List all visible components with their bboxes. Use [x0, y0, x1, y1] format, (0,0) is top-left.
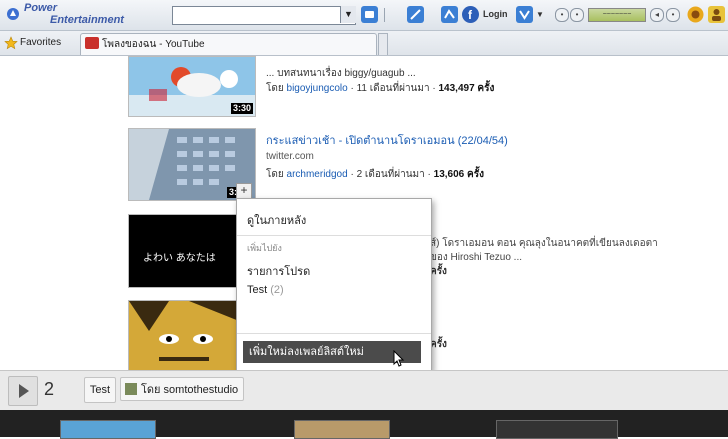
add-to-menu: ดูในภายหลัง เพิ่มไปยัง รายการโปรด Test (…: [236, 198, 432, 372]
menu-divider: [237, 333, 431, 334]
volume-icon[interactable]: ◂: [650, 8, 664, 22]
playlist-name: Test: [247, 284, 268, 296]
play-icon: [19, 384, 29, 398]
by-label: โดย: [266, 83, 284, 94]
video-source: twitter.com: [266, 151, 314, 162]
queue-count: 2: [44, 379, 55, 399]
star-icon: [4, 36, 18, 50]
prev-icon[interactable]: •: [555, 8, 569, 22]
video-thumbnail[interactable]: よわい あなたは: [128, 214, 240, 288]
video-thumbnail[interactable]: 3:30: [128, 56, 256, 117]
thumbnail-caption: よわい あなたは: [143, 253, 216, 264]
menu-item-watch-later[interactable]: ดูในภายหลัง: [247, 211, 306, 229]
upload-age: 11 เดือนที่ผ่านมา: [356, 83, 430, 94]
strip-thumbnail[interactable]: [294, 420, 390, 439]
youtube-icon: [85, 37, 99, 49]
brand-line-1: Power: [24, 2, 58, 14]
video-title[interactable]: ... บทสนทนาเรื่อง biggy/guagub ...: [266, 66, 416, 81]
dropdown-icon[interactable]: ▼: [340, 6, 356, 23]
upload-age: 2 เดือนที่ผ่านมา: [356, 169, 425, 180]
video-description: ส์) โดราเอมอน ตอน คุณลุงในอนาคตที่เขียนล…: [430, 238, 658, 249]
menu-section-header: เพิ่มไปยัง: [247, 243, 282, 253]
channel-thumb-icon: [125, 383, 137, 395]
favorites-button[interactable]: Favorites: [20, 37, 61, 48]
channel-label: โดย somtothestudio: [141, 384, 239, 396]
settings-icon[interactable]: [515, 5, 534, 24]
uploader-link[interactable]: bigoyjungcolo: [287, 83, 348, 94]
facebook-icon[interactable]: f: [461, 5, 480, 24]
strip-thumbnail[interactable]: [60, 420, 156, 439]
video-thumbnail[interactable]: [128, 300, 240, 374]
uploader-link[interactable]: archmeridgod: [287, 169, 348, 180]
strip-thumbnail[interactable]: [496, 420, 618, 439]
add-to-button[interactable]: +: [236, 183, 252, 199]
next-icon[interactable]: •: [570, 8, 584, 22]
user-icon[interactable]: [707, 5, 726, 24]
view-count: 13,606 ครั้ง: [433, 169, 484, 180]
view-count: ครั้ง: [430, 339, 447, 350]
cursor-icon: [393, 350, 405, 367]
menu-item-playlist[interactable]: Test (2): [247, 284, 284, 296]
playlist-count: (2): [270, 284, 284, 296]
search-icon[interactable]: [360, 5, 379, 24]
view-count: 143,497 ครั้ง: [438, 83, 495, 94]
view-count: ครั้ง: [430, 266, 447, 277]
menu-item-favorites[interactable]: รายการโปรด: [247, 262, 310, 280]
twitter-icon[interactable]: [440, 5, 459, 24]
logo-icon: [7, 8, 19, 20]
volume-down-icon[interactable]: •: [666, 8, 680, 22]
volume-slider[interactable]: ~~~~~~~: [588, 8, 646, 22]
toolbar-search-input[interactable]: [172, 6, 356, 25]
toolbar-divider: [384, 8, 385, 22]
queue-play-button[interactable]: [8, 376, 38, 406]
tool-icon[interactable]: [406, 5, 425, 24]
login-link[interactable]: Login: [483, 9, 508, 19]
brand-line-2: Entertainment: [50, 14, 124, 26]
video-meta: โดย bigoyjungcolo · 11 เดือนที่ผ่านมา · …: [266, 83, 495, 94]
by-label: โดย: [266, 169, 284, 180]
menu-divider: [237, 235, 431, 236]
alert-icon[interactable]: [686, 5, 705, 24]
toolbar-brand[interactable]: Power Entertainment: [24, 2, 124, 26]
settings-dropdown-icon[interactable]: ▼: [536, 10, 544, 19]
queue-item-channel[interactable]: โดย somtothestudio: [120, 377, 244, 401]
tab-title: โพลงของฉน - YouTube: [102, 39, 205, 50]
video-title[interactable]: กระแสข่าวเช้า - เปิดตำนานโดราเอมอน (22/0…: [266, 131, 508, 149]
queue-item-test[interactable]: Test: [84, 377, 116, 403]
duration-badge: 3:30: [230, 103, 253, 114]
video-description-2: ของ Hiroshi Tezuo ...: [430, 252, 523, 263]
new-tab-button[interactable]: [378, 33, 388, 55]
video-meta: โดย archmeridgod · 2 เดือนที่ผ่านมา · 13…: [266, 169, 484, 180]
